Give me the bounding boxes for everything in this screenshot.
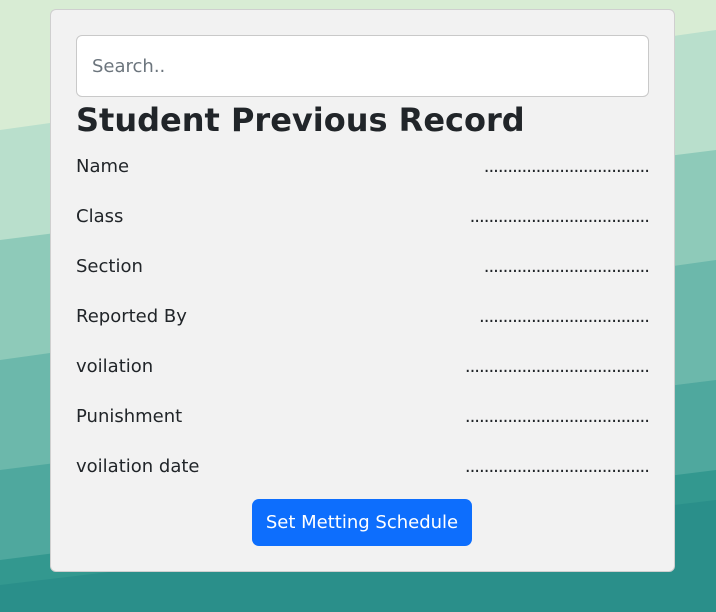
field-label: Section <box>76 255 143 277</box>
record-row-name: Name ................................... <box>76 151 650 181</box>
record-row-reported-by: Reported By ............................… <box>76 301 650 331</box>
record-row-punishment: Punishment .............................… <box>76 401 650 431</box>
search-input[interactable] <box>76 35 649 97</box>
field-value: ....................................... <box>464 355 650 377</box>
field-value: ...................................... <box>469 205 650 227</box>
field-value: ....................................... <box>464 455 650 477</box>
field-label: Punishment <box>76 405 183 427</box>
field-value: ....................................... <box>464 405 650 427</box>
field-label: Name <box>76 155 130 177</box>
field-value: ................................... <box>483 155 650 177</box>
field-label: voilation <box>76 355 154 377</box>
field-label: voilation date <box>76 455 200 477</box>
record-row-violation: voilation ..............................… <box>76 351 650 381</box>
field-value: .................................... <box>479 305 650 327</box>
record-row-violation-date: voilation date .........................… <box>76 451 650 481</box>
field-label: Class <box>76 205 124 227</box>
student-record-card: Student Previous Record Name ...........… <box>50 9 675 572</box>
set-meeting-schedule-button[interactable]: Set Metting Schedule <box>252 499 472 546</box>
record-row-class: Class ..................................… <box>76 201 650 231</box>
field-value: ................................... <box>483 255 650 277</box>
page-title: Student Previous Record <box>76 101 525 139</box>
field-label: Reported By <box>76 305 187 327</box>
record-row-section: Section ................................… <box>76 251 650 281</box>
